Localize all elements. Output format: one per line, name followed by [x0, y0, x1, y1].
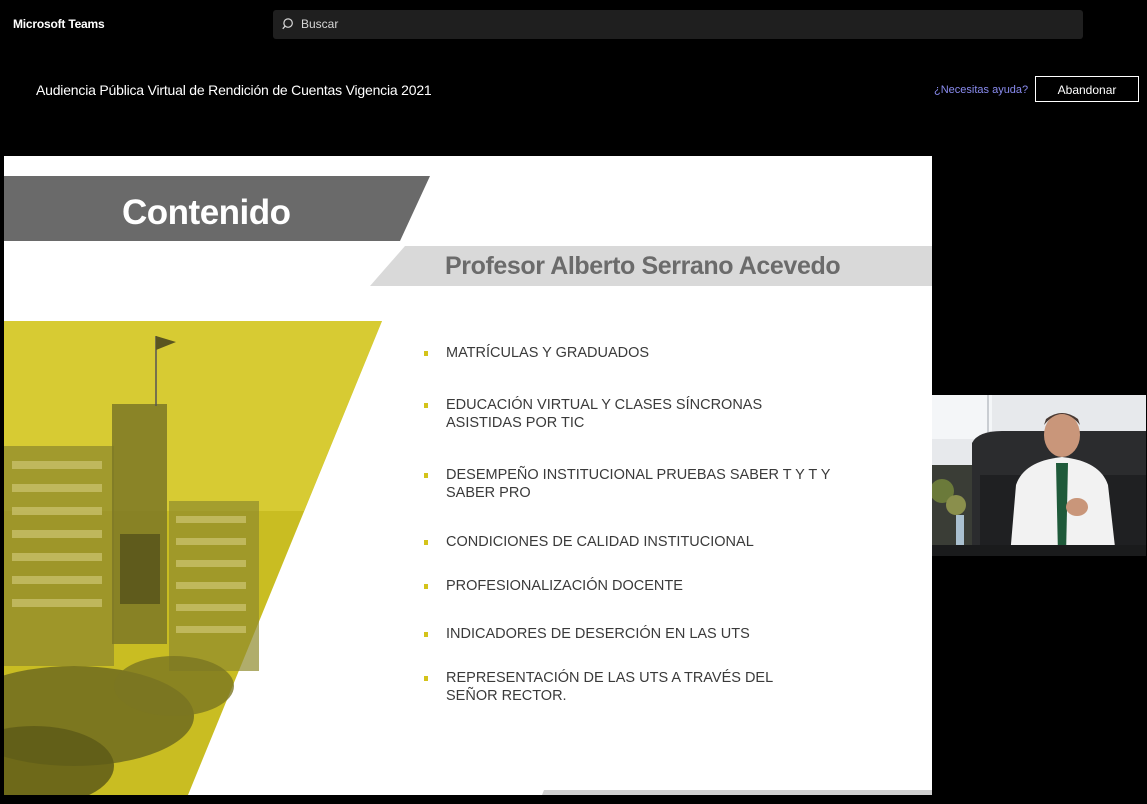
slide-subtitle: Profesor Alberto Serrano Acevedo	[445, 252, 841, 280]
bullet-icon	[424, 351, 428, 356]
app-title: Microsoft Teams	[13, 17, 105, 31]
slide-title: Contenido	[122, 193, 291, 232]
bullet-icon	[424, 403, 428, 408]
bullet-icon	[424, 473, 428, 478]
leave-button[interactable]: Abandonar	[1035, 76, 1139, 102]
search-box[interactable]: Buscar	[273, 10, 1083, 39]
search-icon	[282, 18, 293, 30]
shared-slide: Contenido Profesor Alberto Serrano Aceve…	[4, 156, 932, 795]
speaker-video-frame	[932, 395, 1146, 556]
bullet-icon	[424, 540, 428, 545]
top-bar: Microsoft Teams Buscar	[0, 0, 1147, 48]
speaker-video[interactable]	[932, 395, 1146, 556]
search-input[interactable]: Buscar	[301, 17, 338, 31]
bullet-icon	[424, 584, 428, 589]
bullet-icon	[424, 632, 428, 637]
campus-photo	[4, 321, 382, 795]
bullet-icon	[424, 676, 428, 681]
meeting-title: Audiencia Pública Virtual de Rendición d…	[36, 82, 432, 98]
help-link[interactable]: ¿Necesitas ayuda?	[934, 84, 1028, 96]
bottom-strip	[0, 795, 1147, 804]
